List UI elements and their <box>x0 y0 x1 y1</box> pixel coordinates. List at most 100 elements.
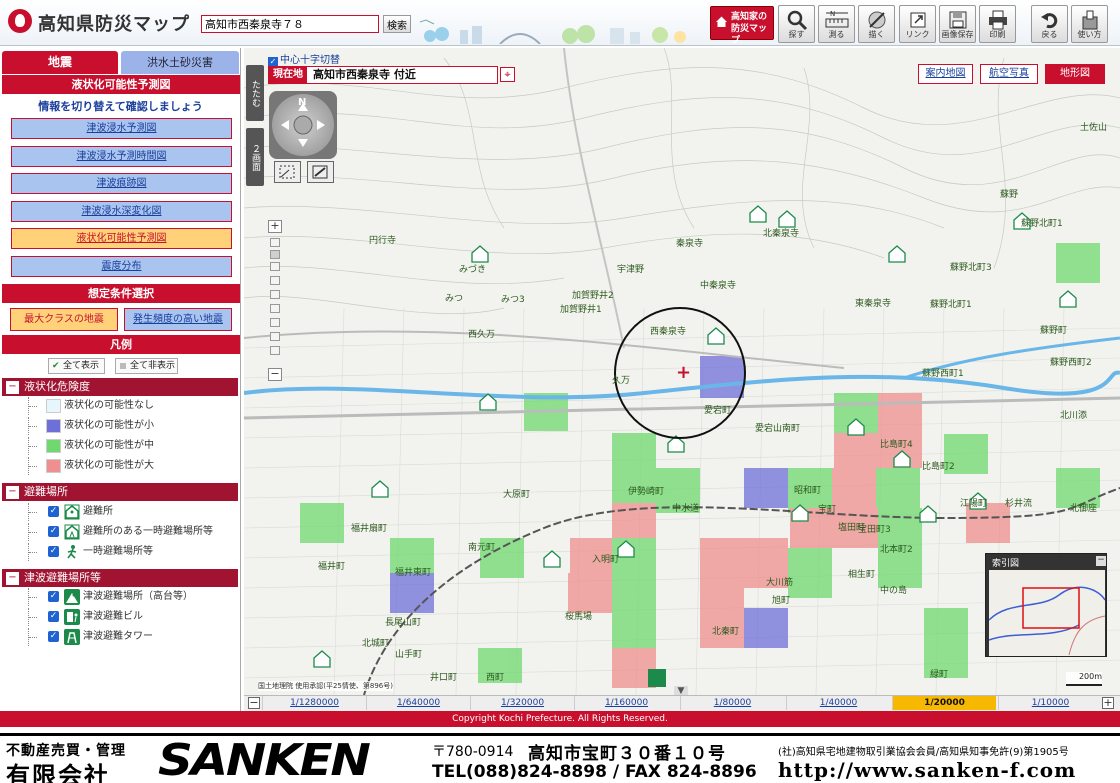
zoom-out-button[interactable]: − <box>268 368 282 381</box>
map-type-aerial[interactable]: 航空写真 <box>980 64 1038 84</box>
hide-all-button[interactable]: 全て非表示 <box>115 358 178 374</box>
tool-draw-button[interactable]: 描く <box>858 5 895 43</box>
tool-label: 探す <box>788 30 805 39</box>
zoom-step[interactable] <box>270 304 280 313</box>
legend-label: 液状化の可能性なし <box>64 400 154 411</box>
scale-zoom-in-button[interactable]: + <box>1102 697 1114 709</box>
legend-section-liquefaction[interactable]: 液状化危険度 <box>2 378 238 396</box>
tsunami-tower-icon <box>64 629 80 645</box>
search-button[interactable]: 検索 <box>383 15 411 33</box>
condition-max-class-button[interactable]: 最大クラスの地震 <box>10 308 118 331</box>
map-button-tsunami-depth-change[interactable]: 津波浸水深変化図 <box>11 201 232 222</box>
tool-back-button[interactable]: 戻る <box>1031 5 1068 43</box>
scale-zoom-out-button[interactable]: − <box>248 697 260 709</box>
kochi-bousai-map-button[interactable]: 高知家の 防災マップ <box>710 6 774 46</box>
map-place-label: 相生町 <box>848 570 876 580</box>
box-zoom-out-button[interactable] <box>307 161 334 183</box>
map-place-label: 井口町 <box>430 673 458 683</box>
overview-close-button[interactable]: − <box>1096 556 1106 566</box>
map-button-liquefaction[interactable]: 液状化可能性予測図 <box>11 228 232 249</box>
overview-map-panel[interactable]: 索引図 − <box>985 553 1107 657</box>
tsunami-high-ground-icon <box>64 589 80 605</box>
map-button-tsunami-trace[interactable]: 津波痕跡図 <box>11 173 232 194</box>
map-place-label: 桜馬場 <box>565 612 593 622</box>
zoom-step[interactable] <box>270 332 280 341</box>
swatch-high <box>46 459 61 473</box>
checkbox-shelter[interactable]: ✓ <box>48 506 59 517</box>
checkbox-tsunami-tower[interactable]: ✓ <box>48 631 59 642</box>
app-root: 高知県防災マップ 検索 高知家の 防災マップ 探す N 測る 描く <box>0 0 1120 783</box>
checkbox-tsunami-high-ground[interactable]: ✓ <box>48 591 59 602</box>
condition-frequent-button[interactable]: 発生頻度の高い地震 <box>124 308 232 331</box>
map-place-label: 福井町 <box>318 562 346 572</box>
advertisement-banner[interactable]: 不動産売買・管理 有限会社 SANKEN 〒780-0914 高知市宝町３０番１… <box>0 733 1120 783</box>
zoom-step[interactable] <box>270 318 280 327</box>
box-zoom-in-button[interactable] <box>274 161 301 183</box>
checkbox-shelter-with-evac[interactable]: ✓ <box>48 526 59 537</box>
ad-url[interactable]: http://www.sanken-f.com <box>778 758 1076 782</box>
map-button-tsunami-inundation[interactable]: 津波浸水予測図 <box>11 118 232 139</box>
tool-link-button[interactable]: リンク <box>899 5 936 43</box>
locate-target-icon[interactable]: ⌖ <box>500 67 515 82</box>
zoom-step[interactable] <box>270 276 280 285</box>
map-place-label: 旭町 <box>772 596 791 606</box>
map-place-label: 久万 <box>612 376 631 386</box>
scale-option-1-40000[interactable]: 1/40000 <box>786 696 890 710</box>
zoom-step[interactable] <box>270 346 280 355</box>
zoom-in-button[interactable]: + <box>268 220 282 233</box>
copyright: Copyright Kochi Prefecture. All Rights R… <box>0 711 1120 727</box>
map-place-label: 宝田町3 <box>858 525 891 535</box>
tool-print-button[interactable]: 印刷 <box>979 5 1016 43</box>
scale-option-1-80000[interactable]: 1/80000 <box>680 696 784 710</box>
navigation-pad[interactable]: N <box>269 91 337 159</box>
legend-section-evacuation[interactable]: 避難場所 <box>2 483 238 501</box>
scale-option-1-20000[interactable]: 1/20000 <box>892 696 996 710</box>
tool-search-button[interactable]: 探す <box>778 5 815 43</box>
map-type-guide[interactable]: 案内地図 <box>918 64 973 84</box>
zoom-step[interactable] <box>270 238 280 247</box>
search-input[interactable] <box>201 15 379 33</box>
map-place-label: 比島町4 <box>880 440 913 450</box>
scale-option-1-640000[interactable]: 1/640000 <box>366 696 470 710</box>
collapse-sidebar-tab[interactable]: たたむ <box>246 65 264 121</box>
legend-title: 凡例 <box>2 335 240 354</box>
scale-option-1-10000[interactable]: 1/10000 <box>998 696 1102 710</box>
condition-title: 想定条件選択 <box>2 284 240 303</box>
map-place-label: 土佐山 <box>1080 123 1108 133</box>
tab-earthquake[interactable]: 地震 <box>2 51 118 74</box>
zoom-step[interactable] <box>270 262 280 271</box>
zoom-step[interactable] <box>270 250 280 259</box>
map-button-seismic-intensity[interactable]: 震度分布 <box>11 256 232 277</box>
scale-option-1-160000[interactable]: 1/160000 <box>574 696 678 710</box>
prefecture-logo-icon <box>8 9 32 33</box>
map-place-label: 北御座 <box>1070 504 1098 514</box>
map-place-label: 山手町 <box>395 650 423 660</box>
map-place-label: 宇津野 <box>617 265 645 275</box>
show-all-button[interactable]: 全て表示 <box>48 358 105 374</box>
legend-section-tsunami[interactable]: 津波避難場所等 <box>2 569 238 587</box>
tool-measure-button[interactable]: N 測る <box>818 5 855 43</box>
checkbox-temporary-evac[interactable]: ✓ <box>48 546 59 557</box>
tool-help-button[interactable]: 使い方 <box>1071 5 1108 43</box>
map-type-terrain[interactable]: 地形図 <box>1045 64 1105 84</box>
center-cross-toggle[interactable]: ✓ 中心十字切替 <box>268 51 340 67</box>
scale-option-1-1280000[interactable]: 1/1280000 <box>262 696 366 710</box>
sidebar: 地震 洪水土砂災害 液状化可能性予測図 情報を切り替えて確認しましょう 津波浸水… <box>0 48 241 711</box>
tool-image-save-button[interactable]: 画像保存 <box>939 5 976 43</box>
split-screen-tab[interactable]: ２画面 <box>246 128 264 186</box>
map-place-label: 大川筋 <box>766 578 794 588</box>
zoom-slider[interactable]: + − <box>268 220 282 382</box>
tool-label: 描く <box>868 30 885 39</box>
map-button-tsunami-time[interactable]: 津波浸水予測時間図 <box>11 146 232 167</box>
measure-icon: N <box>825 10 848 28</box>
checkbox-tsunami-building[interactable]: ✓ <box>48 611 59 622</box>
map-scalebar: 200m <box>1066 672 1102 686</box>
tool-label: 使い方 <box>1077 30 1102 39</box>
tab-flood-landslide[interactable]: 洪水土砂災害 <box>121 51 239 74</box>
ad-address: 高知市宝町３０番１０号 <box>528 744 726 764</box>
ad-line2: 有限会社 <box>6 762 110 783</box>
zoom-step[interactable] <box>270 290 280 299</box>
map-place-label: 北秦泉寺 <box>763 229 800 239</box>
overview-map-image[interactable] <box>989 570 1105 656</box>
scale-option-1-320000[interactable]: 1/320000 <box>470 696 574 710</box>
